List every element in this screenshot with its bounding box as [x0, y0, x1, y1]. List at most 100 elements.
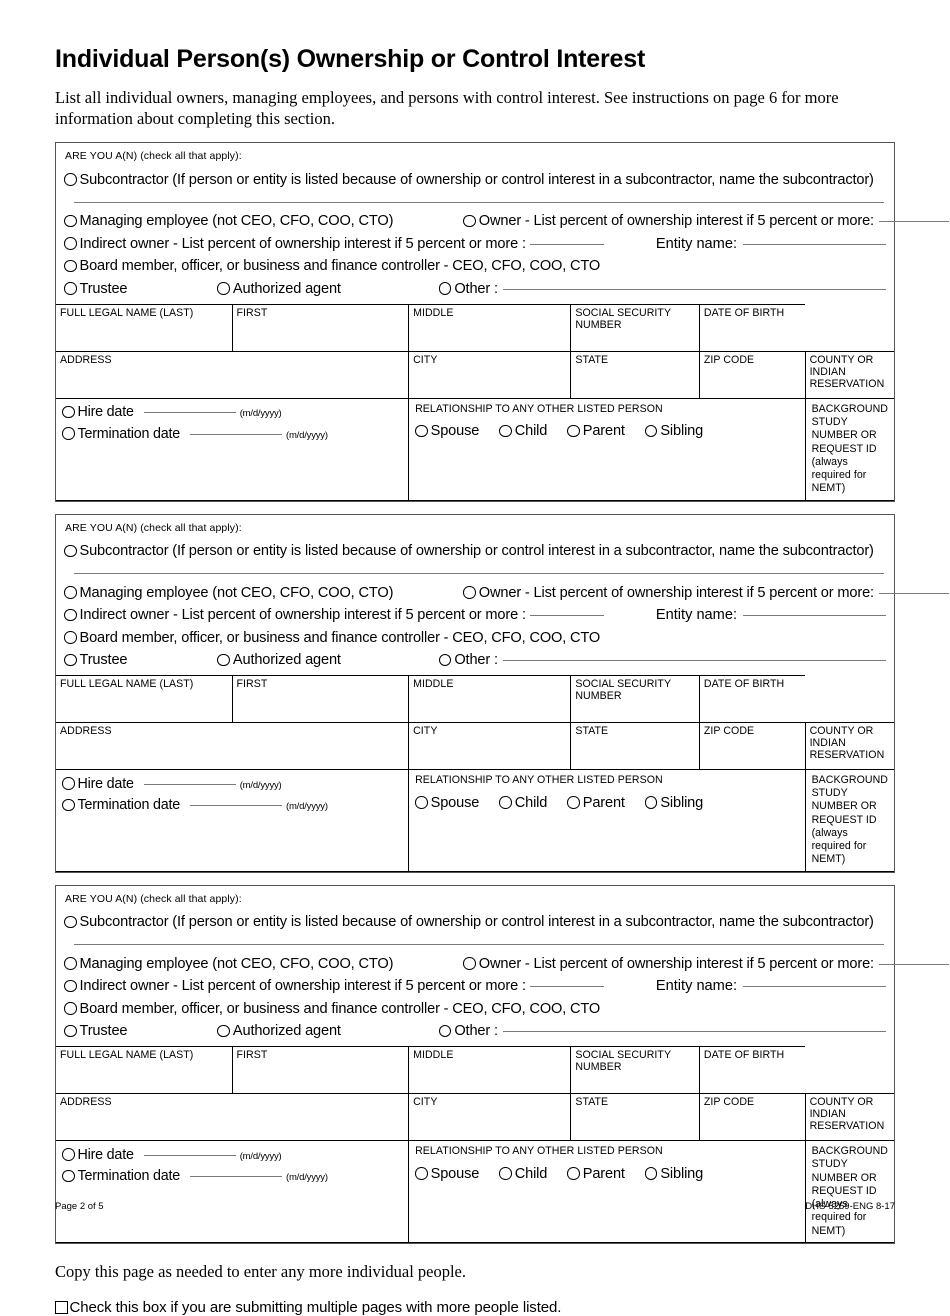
relationship-radio-parent[interactable] [567, 1167, 580, 1180]
option-trustee[interactable]: Trustee [64, 280, 128, 297]
hire-date-row[interactable]: Hire date (m/d/yyyy) [62, 404, 402, 420]
relationship-option-spouse[interactable]: Spouse [415, 1165, 479, 1182]
board-member-radio[interactable] [64, 631, 77, 644]
hire-date-row[interactable]: Hire date (m/d/yyyy) [62, 1146, 402, 1163]
trustee-radio[interactable] [64, 1024, 77, 1038]
option-authorized-agent[interactable]: Authorized agent [217, 1023, 341, 1039]
option-trustee[interactable]: Trustee [64, 1023, 128, 1039]
cell-county[interactable]: COUNTY OR INDIAN RESERVATION [804, 350, 894, 399]
relationship-option-spouse[interactable]: Spouse [415, 423, 479, 439]
relationship-radio-parent[interactable] [567, 796, 580, 809]
cell-city[interactable]: CITY [408, 350, 572, 399]
cell-background-study[interactable]: BACKGROUND STUDY NUMBER OR REQUEST ID (a… [804, 1140, 894, 1243]
relationship-radio-sibling[interactable] [644, 424, 658, 438]
cell-state[interactable]: STATE [570, 1093, 700, 1142]
indirect-owner-percent-input[interactable] [529, 243, 604, 245]
other-radio[interactable] [438, 653, 452, 667]
subcontractor-name-input[interactable] [74, 944, 884, 946]
trustee-radio[interactable] [64, 282, 77, 295]
cell-city[interactable]: CITY [408, 722, 572, 771]
authorized-agent-radio[interactable] [217, 653, 230, 667]
cell-zip[interactable]: ZIP CODE [698, 350, 806, 399]
cell-ssn[interactable]: SOCIAL SECURITY NUMBER [570, 675, 700, 724]
cell-last-name[interactable]: FULL LEGAL NAME (LAST) [56, 303, 233, 352]
termination-date-radio[interactable] [62, 1169, 75, 1183]
authorized-agent-radio[interactable] [217, 1024, 230, 1038]
multiple-pages-check-row[interactable]: Check this box if you are submitting mul… [55, 1299, 895, 1316]
cell-middle-name[interactable]: MIDDLE [408, 1046, 572, 1095]
cell-dob[interactable]: DATE OF BIRTH [698, 1046, 806, 1095]
subcontractor-radio[interactable] [64, 915, 77, 929]
relationship-option-parent[interactable]: Parent [567, 423, 625, 439]
board-member-radio[interactable] [64, 1002, 77, 1015]
entity-name-input[interactable] [743, 615, 886, 617]
indirect-owner-radio[interactable] [64, 979, 77, 993]
cell-first-name[interactable]: FIRST [231, 675, 410, 724]
relationship-radio-sibling[interactable] [644, 1167, 658, 1180]
multiple-pages-checkbox[interactable] [55, 1301, 68, 1314]
cell-address[interactable]: ADDRESS [56, 722, 410, 771]
indirect-owner-percent-input[interactable] [529, 615, 604, 617]
option-managing-employee[interactable]: Managing employee (not CEO, CFO, COO, CT… [64, 955, 393, 972]
entity-name-input[interactable] [743, 243, 886, 245]
option-other[interactable]: Other : [438, 1023, 498, 1039]
subcontractor-radio[interactable] [64, 544, 77, 558]
cell-dob[interactable]: DATE OF BIRTH [698, 675, 806, 724]
option-other[interactable]: Other : [438, 280, 498, 297]
relationship-option-parent[interactable]: Parent [567, 1165, 625, 1182]
relationship-option-child[interactable]: Child [499, 1165, 547, 1182]
relationship-option-child[interactable]: Child [499, 423, 547, 439]
option-board-member[interactable]: Board member, officer, or business and f… [64, 629, 886, 646]
termination-date-input[interactable] [190, 1176, 282, 1178]
option-subcontractor[interactable]: Subcontractor (If person or entity is li… [64, 543, 886, 559]
owner-percent-input[interactable] [878, 221, 949, 223]
relationship-radio-sibling[interactable] [644, 796, 658, 809]
cell-middle-name[interactable]: MIDDLE [408, 303, 572, 352]
board-member-radio[interactable] [64, 259, 77, 273]
cell-middle-name[interactable]: MIDDLE [408, 675, 572, 724]
managing-employee-radio[interactable] [64, 214, 77, 228]
option-indirect-owner[interactable]: Indirect owner - List percent of ownersh… [64, 235, 526, 252]
option-managing-employee[interactable]: Managing employee (not CEO, CFO, COO, CT… [64, 213, 393, 229]
cell-last-name[interactable]: FULL LEGAL NAME (LAST) [56, 675, 233, 724]
relationship-option-sibling[interactable]: Sibling [644, 423, 703, 439]
termination-date-input[interactable] [190, 433, 282, 435]
cell-dob[interactable]: DATE OF BIRTH [698, 303, 806, 352]
entity-name-input[interactable] [743, 986, 886, 988]
hire-date-row[interactable]: Hire date (m/d/yyyy) [62, 775, 402, 792]
option-owner[interactable]: Owner - List percent of ownership intere… [463, 584, 874, 601]
cell-zip[interactable]: ZIP CODE [698, 1093, 806, 1142]
termination-date-row[interactable]: Termination date (m/d/yyyy) [62, 425, 402, 442]
subcontractor-name-input[interactable] [74, 573, 884, 575]
cell-last-name[interactable]: FULL LEGAL NAME (LAST) [56, 1046, 233, 1095]
managing-employee-radio[interactable] [64, 957, 77, 970]
option-board-member[interactable]: Board member, officer, or business and f… [64, 1000, 886, 1017]
other-text-input[interactable] [502, 660, 886, 662]
cell-ssn[interactable]: SOCIAL SECURITY NUMBER [570, 303, 700, 352]
other-text-input[interactable] [502, 1031, 886, 1033]
subcontractor-radio[interactable] [64, 173, 77, 186]
relationship-radio-spouse[interactable] [415, 1167, 428, 1180]
owner-radio[interactable] [463, 214, 476, 228]
hire-date-input[interactable] [143, 412, 236, 414]
termination-date-radio[interactable] [62, 427, 75, 440]
cell-address[interactable]: ADDRESS [56, 1093, 410, 1142]
cell-zip[interactable]: ZIP CODE [698, 722, 806, 771]
termination-date-input[interactable] [190, 805, 282, 807]
owner-radio[interactable] [463, 586, 476, 599]
option-subcontractor[interactable]: Subcontractor (If person or entity is li… [64, 914, 886, 930]
option-authorized-agent[interactable]: Authorized agent [217, 652, 341, 668]
indirect-owner-percent-input[interactable] [529, 986, 604, 988]
managing-employee-radio[interactable] [64, 586, 77, 599]
hire-date-input[interactable] [143, 1154, 236, 1156]
option-trustee[interactable]: Trustee [64, 652, 128, 668]
termination-date-radio[interactable] [62, 798, 75, 812]
owner-percent-input[interactable] [878, 963, 949, 965]
hire-date-radio[interactable] [62, 777, 75, 790]
hire-date-input[interactable] [143, 783, 236, 785]
other-radio[interactable] [438, 1024, 452, 1038]
cell-background-study[interactable]: BACKGROUND STUDY NUMBER OR REQUEST ID (a… [804, 769, 894, 872]
termination-date-row[interactable]: Termination date (m/d/yyyy) [62, 797, 402, 813]
cell-county[interactable]: COUNTY OR INDIAN RESERVATION [804, 1093, 894, 1142]
hire-date-radio[interactable] [62, 405, 75, 419]
